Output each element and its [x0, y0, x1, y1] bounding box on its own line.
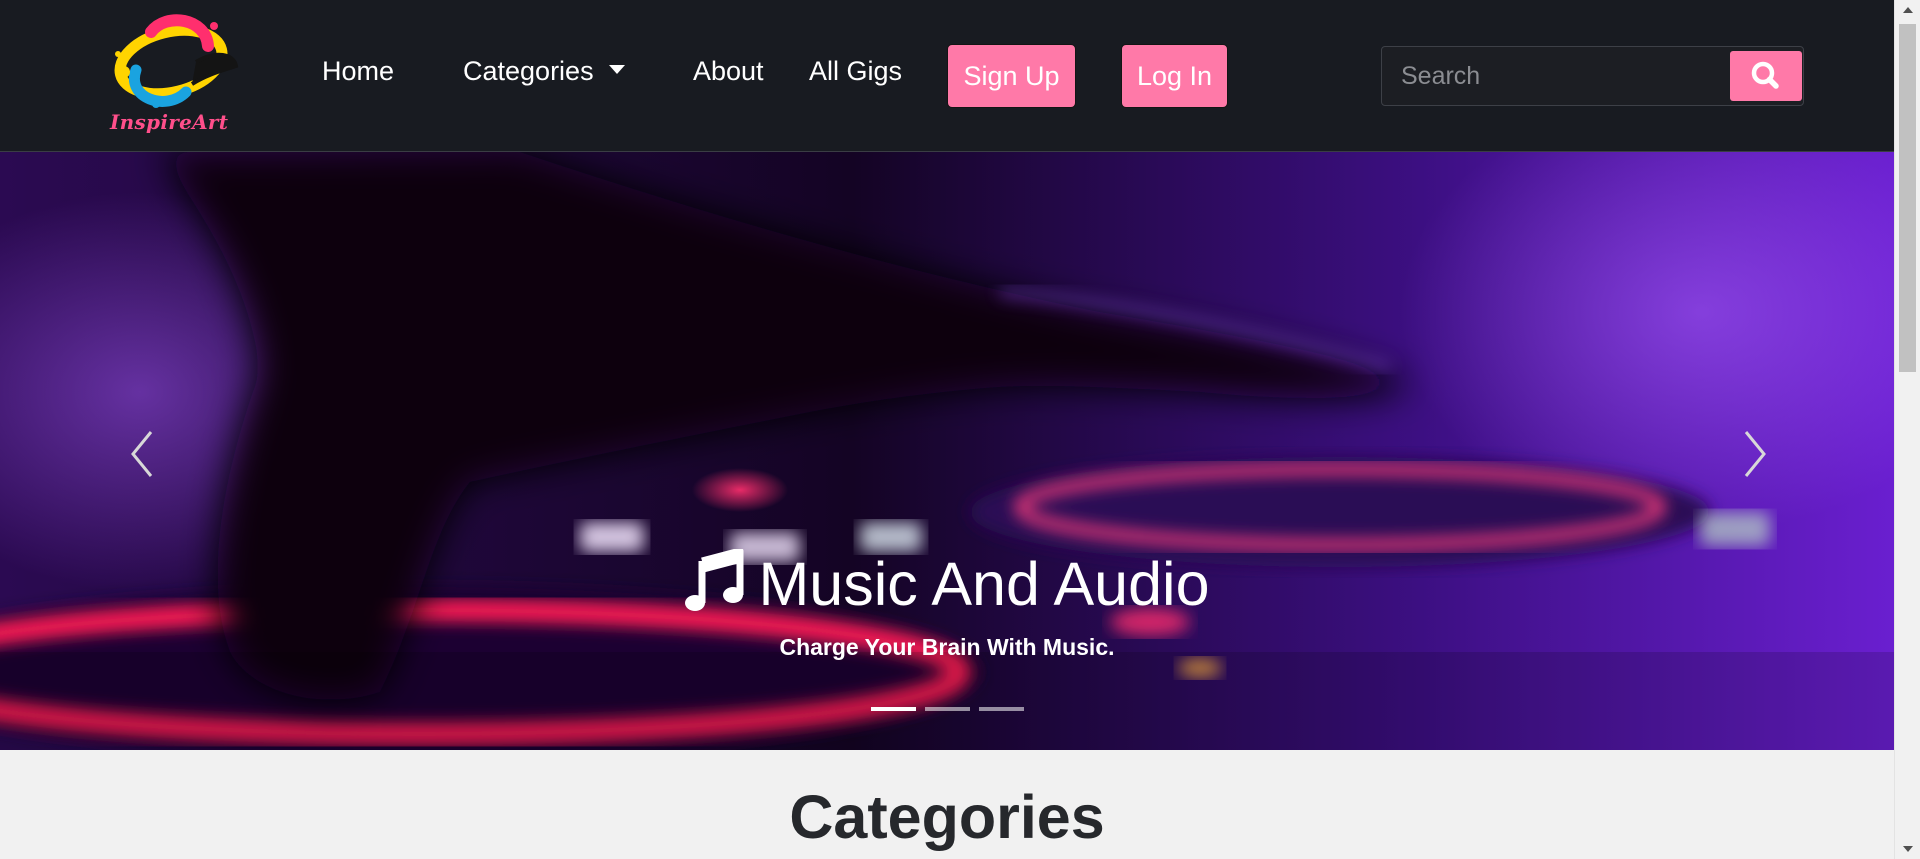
chevron-right-icon	[1744, 431, 1766, 477]
brand-logo-text: InspireArt	[110, 110, 229, 134]
nav-all-gigs[interactable]: All Gigs	[809, 56, 902, 87]
search-form	[1381, 46, 1804, 106]
scroll-up-button[interactable]	[1895, 0, 1920, 20]
carousel-next-button[interactable]	[1734, 424, 1774, 484]
page: InspireArt Home Categories About All Gig…	[0, 0, 1920, 859]
carousel-indicator-2[interactable]	[925, 707, 970, 711]
logo-swirl-icon	[114, 14, 239, 108]
carousel-caption-title: Music And Audio	[0, 549, 1894, 619]
navbar: InspireArt Home Categories About All Gig…	[0, 0, 1894, 152]
nav-about[interactable]: About	[693, 56, 764, 87]
carousel-indicator-3[interactable]	[979, 707, 1024, 711]
hero-carousel: Music And Audio Charge Your Brain With M…	[0, 152, 1894, 750]
music-note-icon	[685, 549, 744, 611]
carousel-indicator-1[interactable]	[871, 707, 916, 711]
chevron-left-icon	[131, 431, 153, 477]
caret-down-icon	[608, 65, 625, 75]
search-input[interactable]	[1382, 47, 1729, 105]
carousel-title-text: Music And Audio	[758, 550, 1210, 618]
scrollbar-thumb[interactable]	[1899, 24, 1916, 372]
carousel-prev-button[interactable]	[123, 424, 163, 484]
search-icon	[1751, 61, 1779, 89]
log-in-button[interactable]: Log In	[1121, 44, 1228, 108]
vertical-scrollbar[interactable]	[1894, 0, 1920, 859]
categories-heading: Categories	[789, 783, 1105, 851]
nav-categories-label: Categories	[463, 56, 594, 86]
nav-categories-dropdown[interactable]: Categories	[463, 56, 625, 87]
nav-home[interactable]: Home	[322, 56, 394, 87]
carousel-caption-subtitle: Charge Your Brain With Music.	[779, 634, 1115, 660]
sign-up-button[interactable]: Sign Up	[947, 44, 1076, 108]
search-button[interactable]	[1730, 51, 1802, 101]
scroll-down-arrow-icon	[1902, 846, 1913, 852]
scroll-down-button[interactable]	[1895, 839, 1920, 859]
scroll-up-arrow-icon	[1902, 7, 1913, 13]
